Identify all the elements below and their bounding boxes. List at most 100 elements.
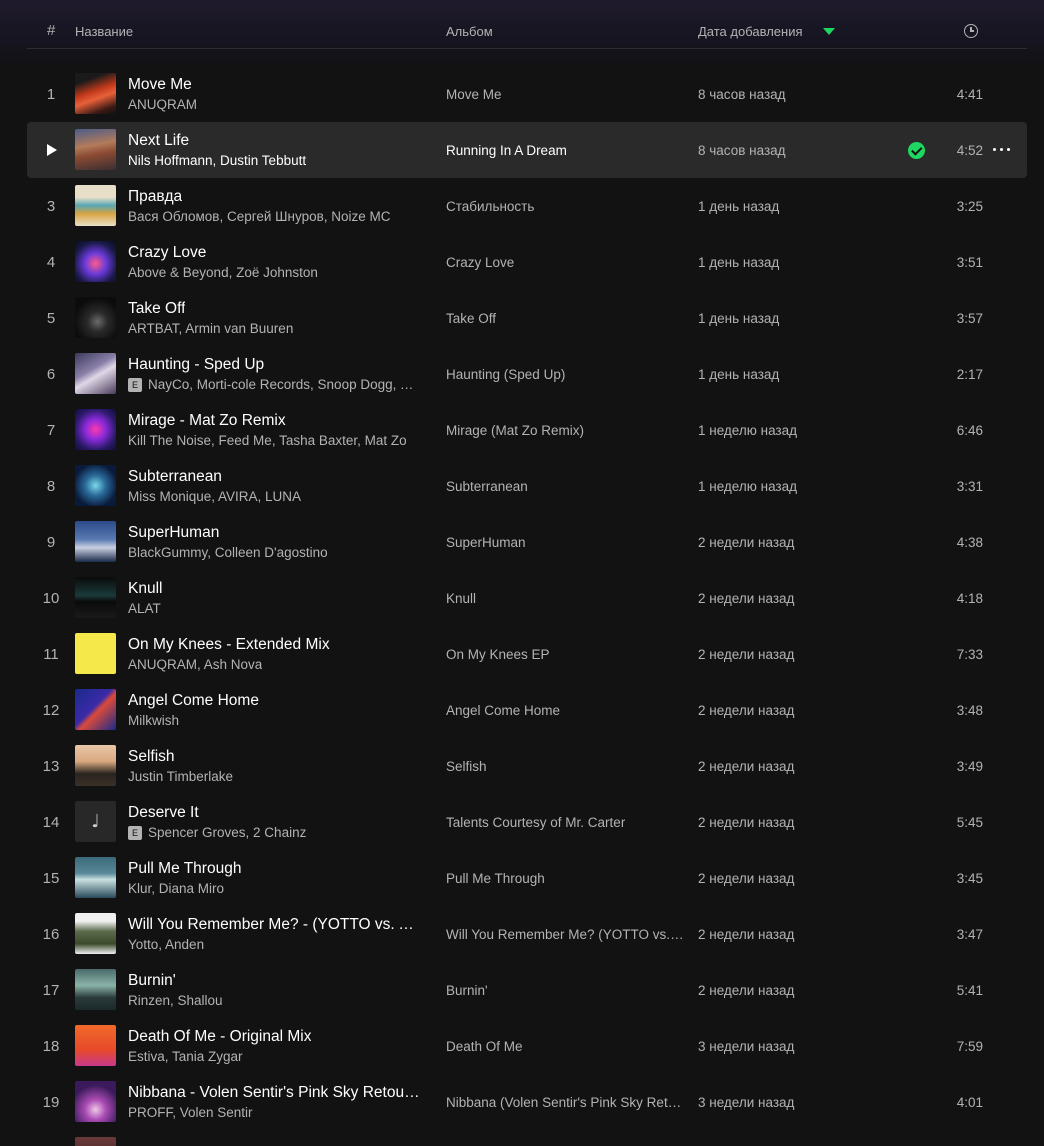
track-row[interactable]: 17 Burnin' Rinzen, Shallou Burnin' 2 недели … <box>27 962 1027 1018</box>
artist-link[interactable]: Spencer Groves, 2 Chainz <box>148 825 306 840</box>
track-title[interactable]: Angel Come Home <box>128 692 259 710</box>
track-title[interactable]: Crazy Love <box>128 244 206 262</box>
track-artists: E NayCo, Morti-cole Records, Snoop Dogg, … <box>128 377 420 392</box>
album-link[interactable]: Running In A Dream <box>446 143 567 158</box>
track-row[interactable]: 19 Nibbana - Volen Sentir's Pink Sky Reto… <box>27 1074 1027 1130</box>
track-row[interactable]: 9 SuperHuman BlackGummy, Colleen D'agostin… <box>27 514 1027 570</box>
album-cover <box>75 129 116 170</box>
track-row[interactable]: 1 Move Me ANUQRAM Move Me 8 часов назад 4:41 <box>27 66 1027 122</box>
artist-link[interactable]: Justin Timberlake <box>128 769 233 784</box>
artist-link[interactable]: Klur, Diana Miro <box>128 881 224 896</box>
track-title[interactable]: Pull Me Through <box>128 860 241 878</box>
track-row[interactable]: 13 Selfish Justin Timberlake Selfish 2 недел… <box>27 738 1027 794</box>
track-title[interactable]: Deserve It <box>128 804 199 822</box>
header-number: # <box>47 22 56 39</box>
album-cover <box>75 521 116 562</box>
album-link[interactable]: Selfish <box>446 759 487 774</box>
artist-link[interactable]: Rinzen, Shallou <box>128 993 223 1008</box>
album-link[interactable]: SuperHuman <box>446 535 526 550</box>
album-link[interactable]: Will You Remember Me? (YOTTO vs. Anden) <box>446 927 684 942</box>
album-link[interactable]: On My Knees EP <box>446 647 550 662</box>
album-link[interactable]: Move Me <box>446 87 502 102</box>
track-row[interactable]: 10 Knull ALAT Knull 2 недели назад 4:18 <box>27 570 1027 626</box>
artist-link[interactable]: Above & Beyond, Zoë Johnston <box>128 265 318 280</box>
album-link[interactable]: Angel Come Home <box>446 703 560 718</box>
track-duration: 2:17 <box>956 367 983 382</box>
track-title[interactable]: Haunting - Sped Up <box>128 356 264 374</box>
track-row[interactable]: 4 Crazy Love Above & Beyond, Zoë Johnston C… <box>27 234 1027 290</box>
track-title[interactable]: Move Me <box>128 76 192 94</box>
track-title[interactable]: Take Off <box>128 300 185 318</box>
track-row[interactable]: 7 Mirage - Mat Zo Remix Kill The Noise, Fe… <box>27 402 1027 458</box>
album-cover <box>75 577 116 618</box>
album-link[interactable]: Pull Me Through <box>446 871 545 886</box>
play-icon[interactable] <box>47 144 57 156</box>
artist-link[interactable]: PROFF, Volen Sentir <box>128 1105 253 1120</box>
artist-link[interactable]: Вася Обломов, Сергей Шнуров, Noize MC <box>128 209 391 224</box>
album-link[interactable]: Nibbana (Volen Sentir's Pink Sky Retouch… <box>446 1095 684 1110</box>
album-cover <box>75 73 116 114</box>
album-link[interactable]: Take Off <box>446 311 496 326</box>
artist-link[interactable]: ANUQRAM, Ash Nova <box>128 657 262 672</box>
more-options-icon[interactable] <box>993 148 1011 152</box>
track-title[interactable]: Правда <box>128 188 182 206</box>
track-row[interactable]: 18 Death Of Me - Original Mix Estiva, Tani… <box>27 1018 1027 1074</box>
artist-link[interactable]: ALAT <box>128 601 161 616</box>
artist-link[interactable]: Miss Monique, AVIRA, LUNA <box>128 489 301 504</box>
track-title[interactable]: On My Knees - Extended Mix <box>128 636 330 654</box>
artist-link[interactable]: Yotto, Anden <box>128 937 204 952</box>
header-title-column[interactable]: Название <box>75 24 133 39</box>
explicit-badge-icon: E <box>128 825 142 840</box>
artist-link[interactable]: ANUQRAM <box>128 97 197 112</box>
track-title[interactable]: Knull <box>128 580 162 598</box>
sort-descending-icon[interactable] <box>823 28 835 35</box>
track-title[interactable]: Nibbana - Volen Sentir's Pink Sky Retouc… <box>128 1084 420 1102</box>
date-added: 3 недели назад <box>698 1095 795 1110</box>
track-title[interactable]: Selfish <box>128 748 175 766</box>
header-album-column[interactable]: Альбом <box>446 24 493 39</box>
track-row[interactable]: 16 Will You Remember Me? - (YOTTO vs. And… <box>27 906 1027 962</box>
track-title[interactable]: Mirage - Mat Zo Remix <box>128 412 286 430</box>
track-row[interactable]: 12 Angel Come Home Milkwish Angel Come Home… <box>27 682 1027 738</box>
track-row[interactable] <box>27 1130 1027 1146</box>
artist-link[interactable]: BlackGummy, Colleen D'agostino <box>128 545 328 560</box>
artist-link[interactable]: ARTBAT, Armin van Buuren <box>128 321 293 336</box>
artist-link[interactable]: Nils Hoffmann, Dustin Tebbutt <box>128 153 306 168</box>
track-row[interactable]: 14 ♩ Deserve It E Spencer Groves, 2 Chainz Ta… <box>27 794 1027 850</box>
track-number: 4 <box>46 254 56 271</box>
artist-link[interactable]: NayCo, Morti-cole Records, Snoop Dogg, T… <box>148 377 420 392</box>
track-title[interactable]: SuperHuman <box>128 524 219 542</box>
track-title[interactable]: Burnin' <box>128 972 176 990</box>
track-title[interactable]: Subterranean <box>128 468 222 486</box>
track-title[interactable]: Death Of Me - Original Mix <box>128 1028 311 1046</box>
album-link[interactable]: Subterranean <box>446 479 528 494</box>
track-row[interactable]: Next Life Nils Hoffmann, Dustin Tebbutt Ru… <box>27 122 1027 178</box>
track-title[interactable]: Next Life <box>128 132 189 150</box>
track-row[interactable]: 8 Subterranean Miss Monique, AVIRA, LUNA Su… <box>27 458 1027 514</box>
artist-link[interactable]: Kill The Noise, Feed Me, Tasha Baxter, M… <box>128 433 407 448</box>
artist-link[interactable]: Milkwish <box>128 713 179 728</box>
album-link[interactable]: Стабильность <box>446 199 534 214</box>
track-title[interactable]: Will You Remember Me? - (YOTTO vs. Anden… <box>128 916 420 934</box>
header-date-added-column[interactable]: Дата добавления <box>698 24 803 39</box>
date-added: 1 день назад <box>698 311 780 326</box>
album-link[interactable]: Talents Courtesy of Mr. Carter <box>446 815 625 830</box>
track-artists: BlackGummy, Colleen D'agostino <box>128 545 328 560</box>
track-row[interactable]: 5 Take Off ARTBAT, Armin van Buuren Take Of… <box>27 290 1027 346</box>
track-row[interactable]: 11 On My Knees - Extended Mix ANUQRAM, Ash… <box>27 626 1027 682</box>
artist-link[interactable]: Estiva, Tania Zygar <box>128 1049 243 1064</box>
track-row[interactable]: 6 Haunting - Sped Up E NayCo, Morti-cole Re… <box>27 346 1027 402</box>
album-link[interactable]: Burnin' <box>446 983 488 998</box>
track-number: 6 <box>46 366 56 383</box>
album-link[interactable]: Haunting (Sped Up) <box>446 367 565 382</box>
saved-check-icon[interactable] <box>908 142 925 159</box>
track-row[interactable]: 3 Правда Вася Обломов, Сергей Шнуров, Noiz… <box>27 178 1027 234</box>
album-link[interactable]: Crazy Love <box>446 255 514 270</box>
album-link[interactable]: Death Of Me <box>446 1039 523 1054</box>
track-duration: 3:48 <box>956 703 983 718</box>
album-link[interactable]: Knull <box>446 591 476 606</box>
album-cover <box>75 689 116 730</box>
track-row[interactable]: 15 Pull Me Through Klur, Diana Miro Pull Me… <box>27 850 1027 906</box>
clock-icon[interactable] <box>964 24 978 38</box>
album-link[interactable]: Mirage (Mat Zo Remix) <box>446 423 584 438</box>
